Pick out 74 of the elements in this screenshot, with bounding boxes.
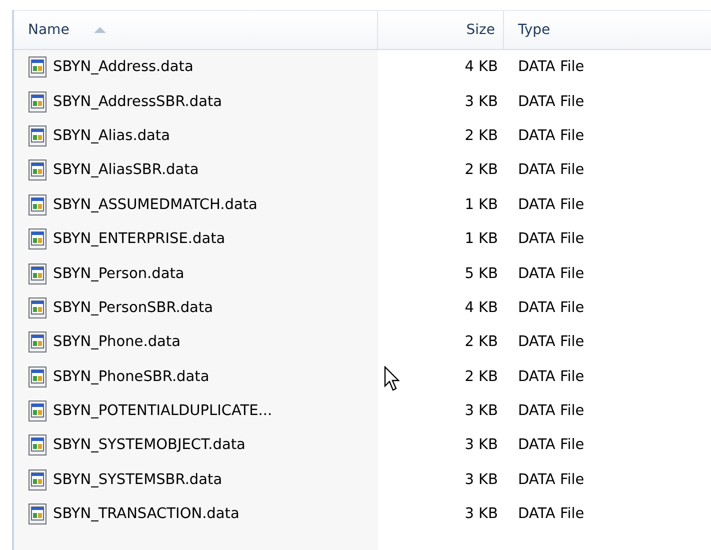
file-size: 2 KB [464, 368, 498, 385]
file-icon [28, 56, 48, 78]
column-header[interactable]: Name [14, 11, 378, 49]
file-size: 4 KB [464, 59, 498, 76]
file-icon [28, 90, 48, 113]
file-icon [28, 366, 48, 388]
file-icon [28, 124, 48, 147]
file-name: SBYN_SYSTEMOBJECT.data [53, 437, 246, 454]
file-type: DATA File [518, 368, 584, 385]
file-name: SBYN_AddressSBR.data [53, 94, 222, 110]
file-type: DATA File [518, 59, 584, 76]
file-size: 4 KB [464, 300, 498, 316]
mouse-pointer-icon [384, 366, 400, 392]
file-type: DATA File [518, 506, 584, 522]
file-name: SBYN_POTENTIALDUPLICATE... [53, 403, 272, 420]
file-icon [28, 159, 48, 182]
file-name: SBYN_ASSUMEDMATCH.data [53, 196, 258, 213]
file-name: SBYN_Person.data [53, 266, 184, 282]
file-type: DATA File [518, 94, 584, 110]
file-size: 5 KB [464, 266, 498, 282]
file-icon [28, 228, 48, 250]
file-type: DATA File [518, 437, 584, 454]
file-size: 3 KB [464, 94, 498, 110]
file-row[interactable]: SBYN_PersonSBR.data [14, 290, 378, 326]
file-type: DATA File [518, 334, 584, 350]
file-icon [28, 262, 48, 285]
file-icon [28, 503, 48, 526]
column-header[interactable]: Size [378, 11, 504, 49]
file-icon [28, 468, 48, 491]
file-type: DATA File [518, 162, 584, 178]
file-size: 2 KB [464, 128, 498, 144]
file-type: DATA File [518, 266, 584, 282]
file-row[interactable]: SBYN_AddressSBR.data [14, 84, 378, 119]
column-header[interactable]: Type [504, 11, 711, 49]
file-icon [28, 434, 48, 456]
file-row[interactable]: SBYN_Phone.data [14, 325, 378, 360]
file-type: DATA File [518, 128, 584, 144]
file-type: DATA File [518, 196, 584, 213]
file-row[interactable]: SBYN_AliasSBR.data [14, 153, 378, 188]
file-size: 3 KB [464, 472, 498, 488]
file-row[interactable]: SBYN_Alias.data [14, 118, 378, 154]
file-icon [28, 296, 48, 319]
file-size: 1 KB [464, 231, 498, 248]
file-row[interactable]: SBYN_SYSTEMOBJECT.data [14, 428, 378, 463]
file-name: SBYN_AliasSBR.data [53, 162, 199, 178]
file-name: SBYN_TRANSACTION.data [53, 506, 240, 522]
file-row[interactable]: SBYN_Person.data [14, 256, 378, 291]
file-row[interactable]: SBYN_TRANSACTION.data [14, 497, 378, 532]
file-size: 3 KB [464, 403, 498, 420]
file-type: DATA File [518, 403, 584, 420]
file-type: DATA File [518, 472, 584, 488]
file-row[interactable]: SBYN_PhoneSBR.data [14, 360, 378, 394]
file-type: DATA File [518, 300, 584, 316]
file-name: SBYN_Address.data [53, 59, 194, 76]
file-size: 2 KB [464, 162, 498, 178]
file-row[interactable]: SBYN_ASSUMEDMATCH.data [14, 188, 378, 222]
file-size: 3 KB [464, 506, 498, 522]
file-icon [28, 331, 48, 354]
file-name: SBYN_ENTERPRISE.data [53, 231, 226, 248]
file-icon [28, 194, 48, 216]
file-icon [28, 400, 48, 422]
file-name: SBYN_SYSTEMSBR.data [53, 472, 222, 488]
file-size: 3 KB [464, 437, 498, 454]
file-name: SBYN_Phone.data [53, 334, 180, 350]
file-size: 2 KB [464, 334, 498, 350]
file-type: DATA File [518, 231, 584, 248]
file-name: SBYN_PersonSBR.data [53, 300, 214, 316]
file-size: 1 KB [464, 196, 498, 213]
file-row[interactable]: SBYN_Address.data [14, 50, 378, 84]
file-name: SBYN_PhoneSBR.data [53, 368, 210, 385]
file-row[interactable]: SBYN_SYSTEMSBR.data [14, 462, 378, 498]
file-row[interactable]: SBYN_POTENTIALDUPLICATE... [14, 394, 378, 428]
file-name: SBYN_Alias.data [53, 128, 170, 144]
file-row[interactable]: SBYN_ENTERPRISE.data [14, 222, 378, 256]
